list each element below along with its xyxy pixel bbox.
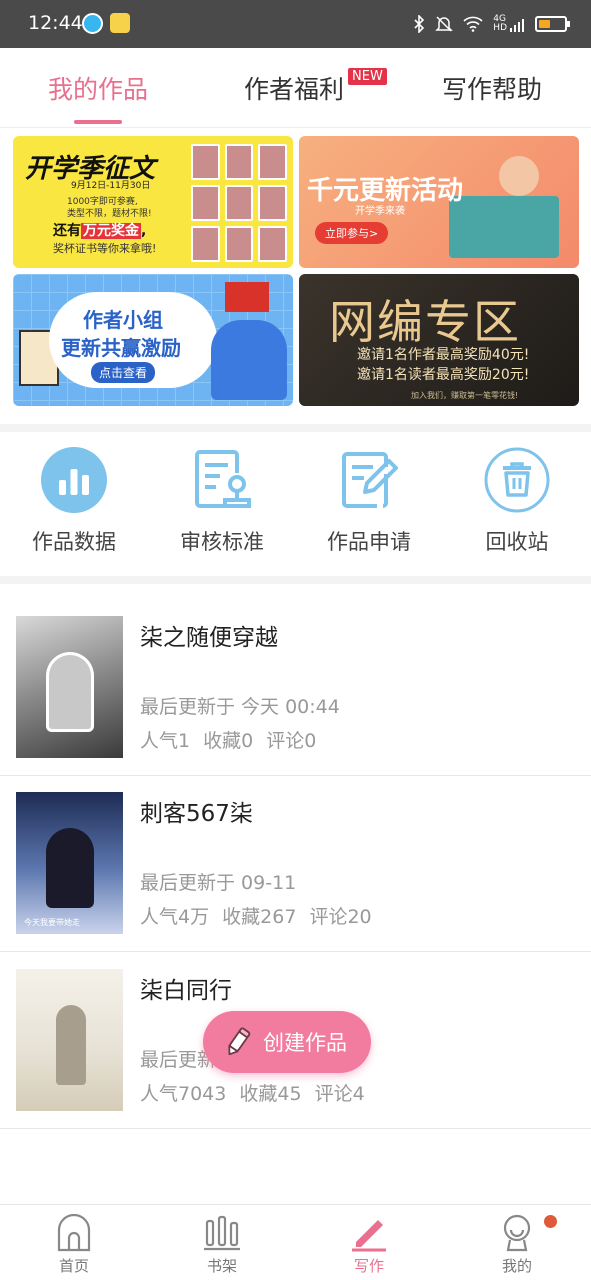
nav-profile[interactable]: 我的 — [443, 1205, 591, 1280]
nav-label: 首页 — [58, 1257, 89, 1275]
banner-subtitle: 开学季来袭 — [355, 206, 405, 217]
work-cover — [16, 616, 123, 758]
mute-bell-icon — [435, 16, 454, 32]
banner-illustration — [499, 156, 539, 196]
nav-home[interactable]: 首页 — [0, 1205, 148, 1280]
shortcut-label: 审核标准 — [180, 530, 264, 554]
banner-text: 邀请1名读者最高奖励20元! — [357, 367, 530, 383]
work-favorites: 收藏45 — [239, 1083, 302, 1105]
status-bar: 12:44 4G HD — [0, 0, 591, 48]
banner-text: 邀请1名作者最高奖励40元! — [357, 347, 530, 363]
work-stats: 人气7043 收藏45 评论4 — [140, 1079, 372, 1106]
tab-my-works[interactable]: 我的作品 — [48, 70, 148, 106]
work-title: 刺客567柒 — [140, 801, 253, 827]
banner-illustration — [449, 196, 559, 258]
banner-date: 9月12日-11月30日 — [71, 181, 151, 191]
work-comments: 评论4 — [314, 1083, 365, 1105]
banner-subtitle: 更新共赢激励 — [61, 336, 181, 360]
tab-writing-help[interactable]: 写作帮助 — [442, 70, 542, 106]
work-popularity: 人气7043 — [140, 1083, 227, 1105]
banner-text: 类型不限，题材不限! — [67, 209, 152, 219]
top-tabs: 我的作品 作者福利 NEW 写作帮助 — [0, 48, 591, 128]
work-item[interactable]: 今天我要带她走 刺客567柒 最后更新于 09-11 人气4万 收藏267 评论… — [0, 776, 591, 952]
home-icon — [57, 1214, 91, 1252]
shortcut-review-standard[interactable]: 审核标准 — [157, 446, 287, 556]
work-comments: 评论0 — [266, 730, 317, 752]
work-favorites: 收藏0 — [203, 730, 254, 752]
new-badge: NEW — [348, 68, 387, 85]
pencil-icon — [228, 1027, 251, 1056]
work-favorites: 收藏267 — [222, 906, 297, 928]
banner-join-button[interactable]: 立即参与> — [315, 222, 389, 244]
nav-label: 书架 — [206, 1257, 237, 1275]
shortcut-recycle-bin[interactable]: 回收站 — [452, 446, 582, 556]
work-title: 柒白同行 — [140, 978, 232, 1004]
banner-author-group[interactable]: 作者小组 更新共赢激励 点击查看 — [13, 274, 293, 406]
nav-bookshelf[interactable]: 书架 — [148, 1205, 296, 1280]
shortcut-label: 作品申请 — [327, 530, 411, 554]
edit-document-icon — [342, 452, 398, 508]
work-item[interactable]: 柒之随便穿越 最后更新于 今天 00:44 人气1 收藏0 评论0 — [0, 600, 591, 776]
banner-prize-prefix: 还有 — [53, 223, 81, 239]
banner-view-button[interactable]: 点击查看 — [91, 362, 156, 383]
section-divider — [0, 576, 591, 584]
create-work-label: 创建作品 — [263, 1031, 347, 1055]
banner-footer: 加入我们，赚取第一笔零花钱! — [411, 391, 519, 400]
banner-update-event[interactable]: 千元更新活动 开学季来袭 立即参与> — [299, 136, 579, 268]
work-cover — [16, 969, 123, 1111]
profile-icon — [503, 1214, 531, 1252]
banner-prize-highlight: 万元奖金 — [81, 223, 141, 239]
wifi-icon — [463, 16, 483, 32]
banner-editor-zone[interactable]: 网编专区 邀请1名作者最高奖励40元! 邀请1名读者最高奖励20元! 加入我们，… — [299, 274, 579, 406]
bookshelf-icon — [204, 1215, 240, 1251]
review-standard-icon — [195, 450, 251, 508]
write-icon — [352, 1220, 386, 1252]
nav-label: 我的 — [501, 1257, 532, 1275]
work-stats: 人气4万 收藏267 评论20 — [140, 902, 379, 929]
nav-write[interactable]: 写作 — [295, 1205, 443, 1280]
work-updated: 最后更新于 今天 00:44 — [140, 696, 340, 718]
flag-icon — [225, 282, 269, 312]
app-notification-icon — [82, 13, 103, 34]
shortcut-label: 作品数据 — [32, 530, 116, 554]
status-icons: 4G HD — [413, 12, 570, 36]
work-popularity: 人气1 — [140, 730, 191, 752]
work-comments: 评论20 — [309, 906, 372, 928]
bottom-nav: 首页 书架 写作 我的 — [0, 1204, 591, 1280]
banner-title: 网编专区 — [329, 295, 521, 349]
bar-chart-icon — [41, 447, 107, 513]
trash-icon — [484, 447, 550, 513]
shortcut-work-application[interactable]: 作品申请 — [304, 446, 434, 556]
bluetooth-icon — [414, 15, 425, 33]
cover-caption: 今天我要带她走 — [24, 918, 80, 927]
notification-dot — [544, 1215, 557, 1228]
network-indicator: 4G HD — [493, 15, 525, 33]
battery-level — [539, 20, 550, 28]
work-popularity: 人气4万 — [140, 906, 210, 928]
banner-back-to-school-contest[interactable]: 开学季征文 9月12日-11月30日 1000字即可参赛, 类型不限，题材不限!… — [13, 136, 293, 268]
signal-icon — [510, 19, 524, 32]
section-divider — [0, 424, 591, 432]
work-updated: 最后更新于 09-11 — [140, 872, 297, 894]
work-title: 柒之随便穿越 — [140, 625, 278, 651]
network-hd: HD — [493, 23, 507, 33]
tab-author-benefits[interactable]: 作者福利 — [244, 70, 344, 106]
shortcut-label: 回收站 — [485, 530, 549, 554]
shortcut-work-data[interactable]: 作品数据 — [9, 446, 139, 556]
status-time: 12:44 — [28, 12, 83, 34]
battery-icon — [535, 16, 570, 32]
active-tab-indicator — [74, 120, 122, 124]
work-stats: 人气1 收藏0 评论0 — [140, 726, 323, 753]
banner-title: 作者小组 — [83, 308, 163, 332]
nav-label: 写作 — [353, 1257, 384, 1275]
banner-illustration — [211, 320, 287, 400]
banner-text: 奖杯证书等你来拿哦! — [53, 242, 157, 255]
create-work-button[interactable]: 创建作品 — [203, 1011, 371, 1073]
banner-prize-suffix: , — [141, 223, 147, 239]
banner-photo-collage — [191, 144, 287, 262]
work-cover: 今天我要带她走 — [16, 792, 123, 934]
app-notification-icon — [110, 13, 130, 33]
banner-prize-text: 还有 万元奖金, — [53, 220, 146, 240]
